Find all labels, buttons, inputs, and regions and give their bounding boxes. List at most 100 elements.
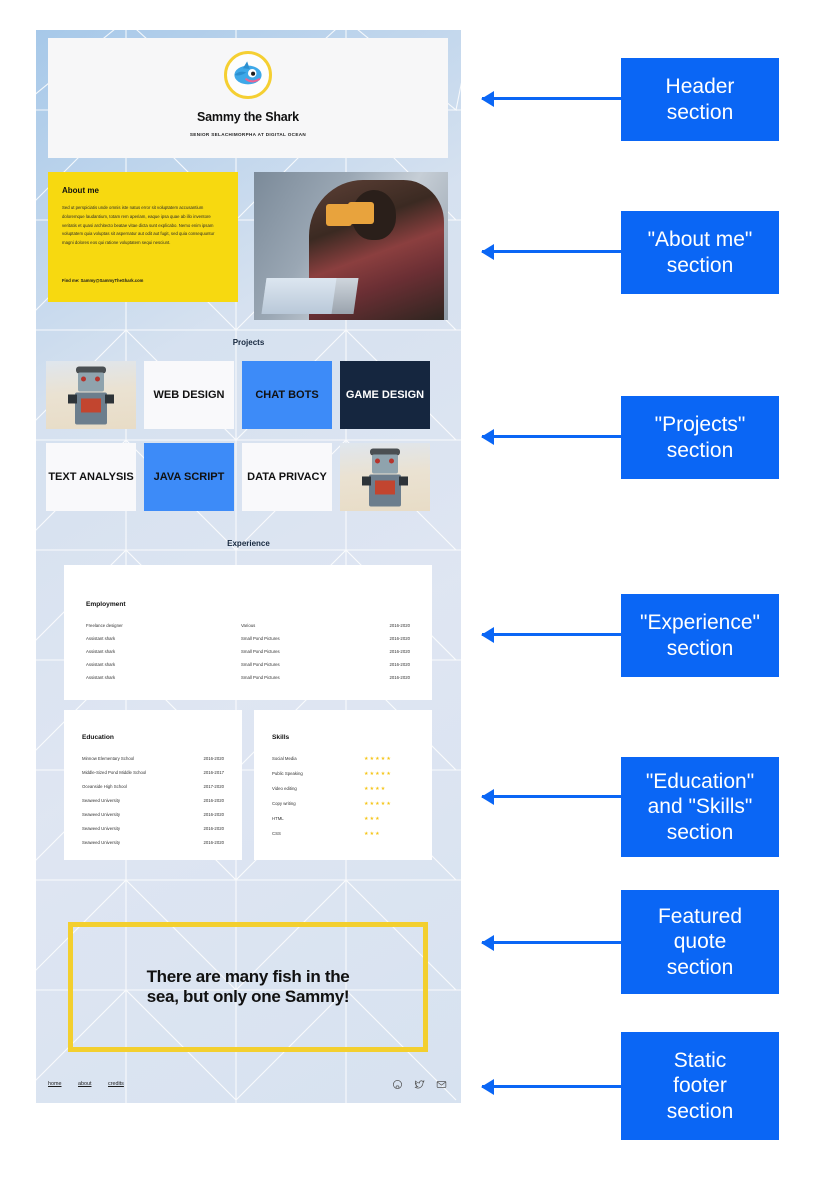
skill-name: Public Speaking [272, 771, 303, 776]
annotation-arrow-education-skills [482, 795, 621, 798]
list-item: Copy writing ★★★★★ [272, 801, 414, 813]
employment-role: Freelance designer [86, 623, 123, 628]
education-years: 2016-2020 [203, 840, 224, 845]
annotation-header-section: Header section [621, 58, 779, 141]
skill-name: CSS [272, 831, 281, 836]
mail-icon[interactable] [436, 1077, 447, 1088]
employment-company: Small Pond Pictures [241, 662, 280, 667]
employment-years: 2016-2020 [389, 675, 410, 680]
annotation-line: section [666, 100, 734, 124]
list-item: CSS ★★★ [272, 831, 414, 843]
employment-years: 2016-2020 [389, 636, 410, 641]
twitter-icon[interactable] [414, 1077, 425, 1089]
education-years: 2017-2020 [203, 784, 224, 789]
website-preview: Sammy the Shark SENIOR SELACHIMORPHA AT … [36, 30, 461, 1103]
list-item: Middle-Sized Pond Middle School 2016-201… [82, 770, 224, 782]
project-tile-label: TEXT ANALYSIS [48, 470, 134, 483]
employment-role: Assistant shark [86, 662, 116, 667]
education-school: Seaweed University [82, 798, 120, 803]
about-me-heading: About me [62, 186, 99, 195]
list-item: HTML ★★★ [272, 816, 414, 828]
github-icon[interactable] [392, 1077, 403, 1089]
education-years: 2016-2020 [203, 756, 224, 761]
project-tile-game-design[interactable]: GAME DESIGN [340, 361, 430, 429]
annotation-experience-section: "Experience" section [621, 594, 779, 677]
skills-card: Skills Social Media ★★★★★ Public Speakin… [254, 710, 432, 860]
skill-rating-stars: ★★★★★ [364, 756, 392, 762]
screenshot-canvas: Sammy the Shark SENIOR SELACHIMORPHA AT … [0, 0, 820, 1183]
annotation-arrow-header [482, 97, 621, 100]
retro-robot-photo [362, 448, 408, 510]
annotation-line: footer [673, 1074, 727, 1098]
annotation-line: "Experience" [640, 610, 760, 634]
annotation-education-skills-section: "Education" and "Skills" section [621, 757, 779, 857]
education-school: Oceanside High School [82, 784, 127, 789]
education-school: Seaweed University [82, 812, 120, 817]
project-tile-robot-1[interactable] [46, 361, 136, 429]
skill-name: Copy writing [272, 801, 296, 806]
education-card: Education Minnow Elementary School 2016-… [64, 710, 242, 860]
education-years: 2016-2017 [203, 770, 224, 775]
footer-link-home[interactable]: home [48, 1081, 62, 1087]
education-school: Seaweed University [82, 826, 120, 831]
annotation-line: section [666, 820, 734, 844]
employment-role: Assistant shark [86, 649, 116, 654]
list-item: Minnow Elementary School 2016-2020 [82, 756, 224, 768]
list-item: Social Media ★★★★★ [272, 756, 414, 768]
about-me-photo [254, 172, 448, 320]
list-item: Public Speaking ★★★★★ [272, 771, 414, 783]
employment-years: 2016-2020 [389, 649, 410, 654]
experience-section-title: Experience [227, 539, 270, 548]
project-tile-web-design[interactable]: WEB DESIGN [144, 361, 234, 429]
education-school: Minnow Elementary School [82, 756, 135, 761]
education-years: 2016-2020 [203, 812, 224, 817]
table-row: Freelance designer Various 2016-2020 [86, 623, 410, 635]
list-item: Oceanside High School 2017-2020 [82, 784, 224, 796]
list-item: Seaweed University 2016-2020 [82, 798, 224, 810]
annotation-arrow-experience [482, 633, 621, 636]
projects-section-title: Projects [232, 338, 265, 347]
footer-link-about[interactable]: about [78, 1081, 92, 1087]
about-me-body: Sed ut perspiciatis unde omnis iste natu… [62, 205, 215, 246]
featured-quote-box: There are many fish in the sea, but only… [68, 922, 428, 1052]
photo-headphones-shape [348, 202, 374, 224]
employment-company: Small Pond Pictures [241, 675, 280, 680]
education-school: Seaweed University [82, 840, 120, 845]
site-header-section: Sammy the Shark SENIOR SELACHIMORPHA AT … [48, 38, 448, 158]
education-years: 2016-2020 [203, 798, 224, 803]
employment-years: 2016-2020 [389, 662, 410, 667]
employment-company: Small Pond Pictures [241, 636, 280, 641]
employment-role: Assistant shark [86, 636, 116, 641]
employment-company: Small Pond Pictures [241, 649, 280, 654]
project-tile-robot-2[interactable] [340, 443, 430, 511]
project-tile-label: CHAT BOTS [255, 388, 319, 401]
annotation-arrow-quote [482, 941, 621, 944]
footer-link-credits[interactable]: credits [108, 1081, 124, 1087]
annotation-line: quote [673, 930, 727, 954]
annotation-projects-section: "Projects" section [621, 396, 779, 479]
annotation-line: Featured [657, 904, 743, 928]
education-years: 2016-2020 [203, 826, 224, 831]
site-owner-name: Sammy the Shark [197, 110, 299, 124]
project-tile-java-script[interactable]: JAVA SCRIPT [144, 443, 234, 511]
photo-laptop-shape [261, 278, 359, 314]
annotation-line: Header [665, 74, 735, 98]
annotation-arrow-about [482, 250, 621, 253]
project-tile-text-analysis[interactable]: TEXT ANALYSIS [46, 443, 136, 511]
list-item: Seaweed University 2016-2020 [82, 812, 224, 824]
annotation-line: "Education" [645, 769, 755, 793]
annotation-line: section [666, 1099, 734, 1123]
quote-line-2: sea, but only one Sammy! [146, 987, 350, 1007]
education-school: Middle-Sized Pond Middle School [82, 770, 147, 775]
project-tile-label: JAVA SCRIPT [153, 470, 225, 483]
project-tile-data-privacy[interactable]: DATA PRIVACY [242, 443, 332, 511]
annotation-line: section [666, 253, 734, 277]
project-tile-label: WEB DESIGN [153, 388, 225, 401]
employment-company: Various [241, 623, 256, 628]
list-item: Video editing ★★★★ [272, 786, 414, 798]
annotation-line: and "Skills" [647, 795, 753, 819]
skill-rating-stars: ★★★★★ [364, 801, 392, 807]
employment-years: 2016-2020 [389, 623, 410, 628]
annotation-line: Static [673, 1048, 727, 1072]
project-tile-chat-bots[interactable]: CHAT BOTS [242, 361, 332, 429]
